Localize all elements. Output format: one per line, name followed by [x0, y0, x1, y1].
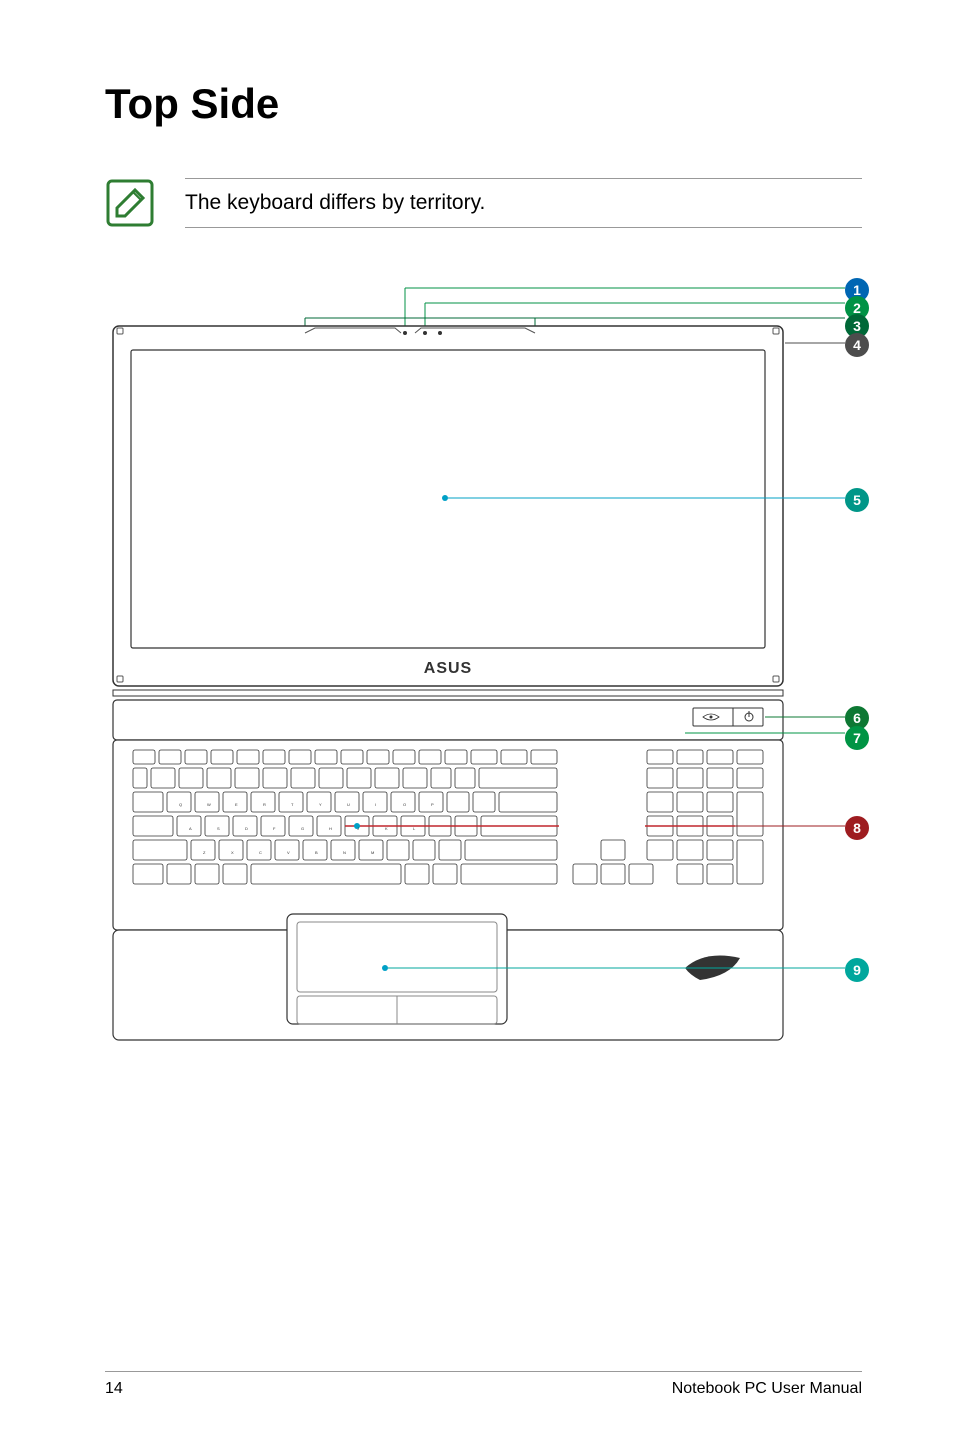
laptop-diagram: ASUS	[105, 278, 865, 1053]
svg-text:G: G	[301, 826, 304, 831]
svg-text:U: U	[347, 802, 350, 807]
svg-text:P: P	[431, 802, 434, 807]
svg-text:V: V	[287, 850, 290, 855]
svg-text:O: O	[403, 802, 406, 807]
svg-text:K: K	[385, 826, 388, 831]
svg-text:E: E	[235, 802, 238, 807]
svg-text:Y: Y	[319, 802, 322, 807]
svg-text:D: D	[245, 826, 248, 831]
page-number: 14	[105, 1380, 123, 1398]
svg-text:B: B	[315, 850, 318, 855]
svg-text:H: H	[329, 826, 332, 831]
svg-text:I: I	[375, 802, 376, 807]
callout-4: 4	[845, 333, 869, 357]
svg-text:S: S	[217, 826, 220, 831]
callout-7: 7	[845, 726, 869, 750]
svg-text:A: A	[189, 826, 192, 831]
brand-logo: ASUS	[424, 660, 472, 677]
svg-text:N: N	[343, 850, 346, 855]
page-title: Top Side	[105, 80, 862, 128]
callout-5: 5	[845, 488, 869, 512]
svg-text:C: C	[259, 850, 262, 855]
doc-title: Notebook PC User Manual	[672, 1380, 862, 1398]
svg-text:Q: Q	[179, 802, 182, 807]
callout-8: 8	[845, 816, 869, 840]
svg-text:J: J	[357, 826, 359, 831]
svg-text:M: M	[371, 850, 374, 855]
svg-text:X: X	[231, 850, 234, 855]
svg-text:W: W	[207, 802, 211, 807]
svg-text:R: R	[263, 802, 266, 807]
callout-9: 9	[845, 958, 869, 982]
note-pencil-icon	[105, 178, 155, 228]
page-footer: 14 Notebook PC User Manual	[105, 1371, 862, 1398]
note-text: The keyboard differs by territory.	[185, 191, 862, 215]
note-block: The keyboard differs by territory.	[105, 178, 862, 228]
